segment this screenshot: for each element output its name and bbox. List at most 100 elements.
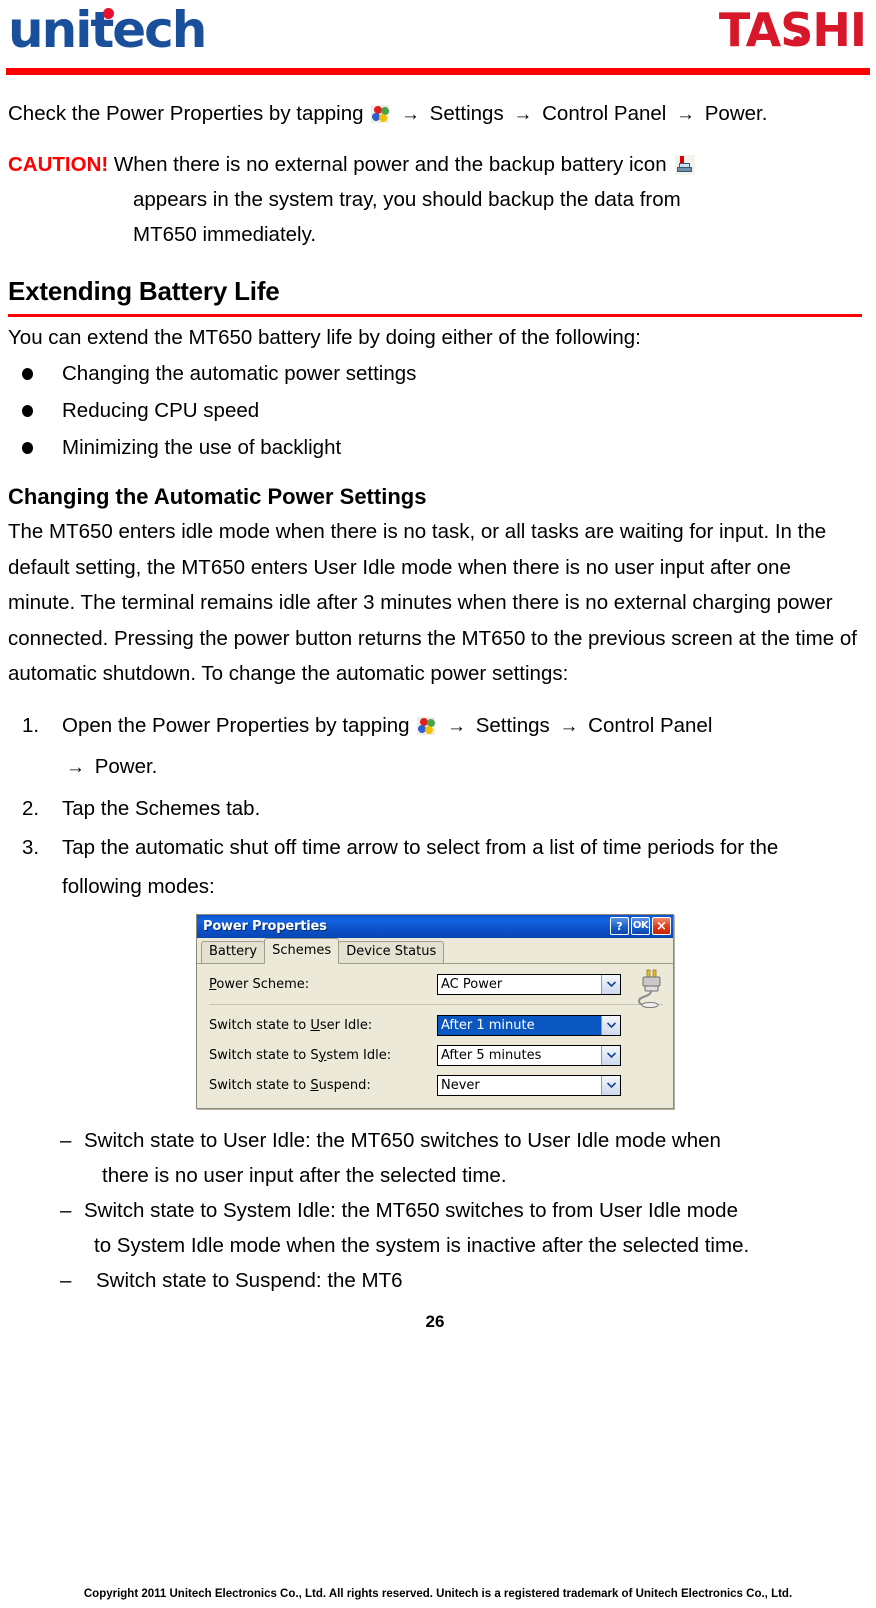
help-button[interactable]: ? — [610, 917, 629, 935]
caution-note: CAUTION! When there is no external power… — [8, 147, 862, 252]
caution-text-3: MT650 immediately. — [133, 223, 317, 246]
list-item-label: Reducing CPU speed — [62, 399, 260, 422]
tab-battery[interactable]: Battery — [201, 940, 266, 963]
arrow-icon: → — [446, 715, 466, 737]
page-footer: Copyright 2011 Unitech Electronics Co., … — [83, 1588, 793, 1600]
caution-label: CAUTION! — [8, 153, 109, 176]
step-text: Open the Power Properties by tapping — [62, 713, 410, 737]
section-divider — [8, 314, 862, 317]
dialog-screenshot-wrap: Power Properties ? OK × Battery Schemes … — [8, 913, 862, 1109]
dialog-tabs: Battery Schemes Device Status — [197, 937, 673, 964]
bullet-icon — [22, 405, 33, 417]
backup-battery-warning-icon — [675, 155, 696, 175]
windows-start-icon — [417, 716, 437, 735]
step-item-3: 3. Tap the automatic shut off time arrow… — [8, 828, 862, 906]
suspend-value: Never — [441, 1077, 480, 1093]
row-power-scheme: Power Scheme: AC Power — [209, 973, 663, 995]
mode-notes-list: – Switch state to User Idle: the MT650 s… — [8, 1123, 862, 1298]
list-item: Minimizing the use of backlight — [8, 429, 862, 466]
dialog-divider — [209, 1003, 663, 1005]
step-item-2: 2. Tap the Schemes tab. — [8, 789, 862, 828]
chevron-down-icon[interactable] — [601, 1075, 620, 1095]
mode-note-system-idle: – Switch state to System Idle: the MT650… — [60, 1193, 862, 1263]
step-number: 2. — [22, 796, 40, 820]
power-scheme-label: Power Scheme: — [209, 976, 310, 992]
tab-device-status[interactable]: Device Status — [338, 940, 445, 963]
dash-icon: – — [60, 1128, 72, 1152]
mode-note-text: Switch state to User Idle: the MT650 swi… — [84, 1128, 721, 1152]
close-button[interactable]: × — [652, 917, 671, 935]
step-list: 1. Open the Power Properties by tapping … — [8, 706, 862, 906]
menu-settings-label: Settings — [475, 713, 550, 737]
subsection-paragraph: The MT650 enters idle mode when there is… — [8, 520, 857, 685]
dash-icon: – — [60, 1268, 72, 1292]
row-suspend: Switch state to Suspend: Never — [209, 1074, 663, 1096]
menu-settings-label: Settings — [429, 102, 504, 125]
caution-line-1: CAUTION! When there is no external power… — [8, 147, 862, 182]
list-item: Changing the automatic power settings — [8, 355, 862, 392]
user-idle-select[interactable]: After 1 minute — [437, 1014, 621, 1036]
power-properties-dialog: Power Properties ? OK × Battery Schemes … — [196, 913, 674, 1109]
caution-text-2: appears in the system tray, you should b… — [133, 188, 681, 211]
chevron-down-icon[interactable] — [601, 1015, 620, 1035]
step-number: 3. — [22, 835, 40, 859]
mode-note-text: Switch state to System Idle: the MT650 s… — [84, 1198, 738, 1222]
mode-note-user-idle: – Switch state to User Idle: the MT650 s… — [60, 1123, 862, 1193]
arrow-icon: → — [559, 715, 579, 737]
dialog-body: Power Scheme: AC Power Switch state to U… — [197, 963, 673, 1108]
arrow-icon: → — [513, 104, 533, 125]
page-number: 26 — [425, 1311, 445, 1331]
menu-control-panel-label: Control Panel — [542, 102, 667, 125]
mode-note-suspend: – Switch state to Suspend: the MT6 — [60, 1263, 862, 1298]
tashi-logo-text: TASHI — [718, 3, 867, 57]
step-continuation: → Power. — [62, 746, 862, 789]
user-idle-value: After 1 minute — [438, 1015, 601, 1035]
step-text: Tap the Schemes tab. — [62, 796, 261, 820]
arrow-icon: → — [400, 104, 420, 125]
mode-note-text-cont: to System Idle mode when the system is i… — [94, 1233, 750, 1257]
bullet-icon — [22, 442, 33, 454]
section-title: Extending Battery Life — [8, 276, 280, 306]
subsection-title: Changing the Automatic Power Settings — [8, 484, 427, 509]
ok-button[interactable]: OK — [631, 917, 650, 935]
intro-paragraph: Check the Power Properties by tapping → … — [8, 88, 862, 141]
intro-text: Check the Power Properties by tapping — [8, 102, 364, 125]
step-text: Tap the automatic shut off time arrow to… — [62, 835, 779, 898]
row-user-idle: Switch state to User Idle: After 1 minut… — [209, 1014, 663, 1036]
chevron-down-icon[interactable] — [601, 974, 620, 994]
page-header: unitech TASHI — [0, 0, 876, 78]
suspend-label: Switch state to Suspend: — [209, 1077, 371, 1093]
header-divider — [6, 68, 870, 75]
menu-power-label: Power. — [94, 754, 158, 778]
mode-note-text: Switch state to Suspend: the MT6 — [96, 1268, 403, 1292]
tab-schemes[interactable]: Schemes — [264, 937, 340, 964]
system-idle-value: After 5 minutes — [441, 1047, 542, 1063]
section-intro-text: You can extend the MT650 battery life by… — [8, 326, 641, 349]
step-number: 1. — [22, 713, 40, 737]
dialog-title: Power Properties — [203, 918, 327, 934]
arrow-icon: → — [66, 756, 85, 778]
tashi-logo: TASHI — [718, 3, 867, 57]
unitech-logo: unitech — [8, 2, 207, 58]
step-item-1: 1. Open the Power Properties by tapping … — [8, 706, 862, 789]
power-scheme-select[interactable]: AC Power — [437, 973, 621, 995]
system-idle-select[interactable]: After 5 minutes — [437, 1044, 621, 1066]
chevron-down-icon[interactable] — [601, 1045, 620, 1065]
bullet-icon — [22, 368, 33, 380]
menu-control-panel-label: Control Panel — [588, 713, 713, 737]
suspend-select[interactable]: Never — [437, 1074, 621, 1096]
power-plug-icon — [633, 968, 667, 1008]
benefit-list: Changing the automatic power settings Re… — [8, 355, 862, 466]
power-scheme-value: AC Power — [441, 976, 503, 992]
page-content: Check the Power Properties by tapping → … — [0, 88, 876, 1332]
dash-icon: – — [60, 1198, 72, 1222]
mode-note-text-cont: there is no user input after the selecte… — [102, 1163, 507, 1187]
windows-start-icon — [371, 105, 391, 123]
list-item: Reducing CPU speed — [8, 392, 862, 429]
row-system-idle: Switch state to System Idle: After 5 min… — [209, 1044, 663, 1066]
unitech-logo-dot-icon — [103, 8, 114, 19]
list-item-label: Minimizing the use of backlight — [62, 436, 342, 459]
user-idle-label: Switch state to User Idle: — [209, 1017, 373, 1033]
arrow-icon: → — [676, 104, 696, 125]
caution-text-1: When there is no external power and the … — [113, 153, 667, 176]
